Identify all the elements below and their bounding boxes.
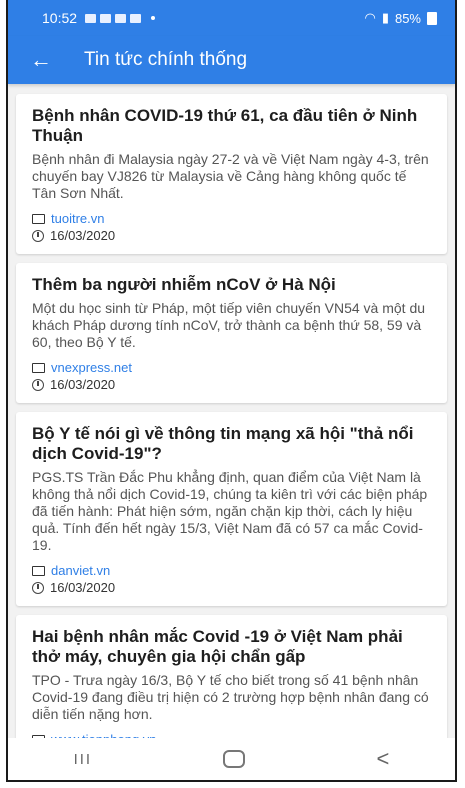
source-row: vnexpress.net	[32, 359, 431, 376]
battery-icon	[427, 11, 437, 25]
news-title: Bộ Y tế nói gì về thông tin mạng xã hội …	[32, 424, 414, 463]
page-title: Tin tức chính thống	[84, 49, 248, 70]
android-nav-bar: III <	[8, 738, 455, 780]
news-summary: TPO - Trưa ngày 16/3, Bộ Y tế cho biết t…	[32, 672, 429, 722]
source-link[interactable]: vnexpress.net	[51, 359, 132, 376]
message-icon	[85, 13, 97, 23]
status-time: 10:52	[42, 10, 78, 26]
phone-screen: 10:52 ◠ ▮ 85% ← Tin tức chính thống Bệnh…	[6, 0, 457, 782]
news-title: Bệnh nhân COVID-19 thứ 61, ca đầu tiên ở…	[32, 106, 418, 145]
mail-icon	[100, 13, 112, 23]
source-row: danviet.vn	[32, 562, 431, 579]
news-card[interactable]: Bệnh nhân COVID-19 thứ 61, ca đầu tiên ở…	[16, 94, 447, 254]
clock-icon	[32, 378, 44, 391]
status-bar: 10:52 ◠ ▮ 85%	[8, 0, 455, 36]
news-card[interactable]: Thêm ba người nhiễm nCoV ở Hà Nội Một du…	[16, 263, 447, 403]
publish-date: 16/03/2020	[50, 228, 116, 243]
news-card[interactable]: Hai bệnh nhân mắc Covid -19 ở Việt Nam p…	[16, 615, 447, 758]
more-dot-icon	[151, 16, 156, 20]
news-summary: PGS.TS Trần Đắc Phu khẳng định, quan điể…	[32, 469, 428, 553]
news-summary: Một du học sinh từ Pháp, một tiếp viên c…	[32, 300, 426, 350]
source-link[interactable]: danviet.vn	[51, 562, 110, 579]
app-bar: ← Tin tức chính thống	[8, 36, 455, 84]
news-summary: Bệnh nhân đi Malaysia ngày 27-2 và về Vi…	[32, 151, 429, 201]
news-card[interactable]: Bộ Y tế nói gì về thông tin mạng xã hội …	[16, 412, 447, 606]
publish-date: 16/03/2020	[50, 580, 116, 595]
publish-date: 16/03/2020	[50, 377, 116, 392]
home-button[interactable]	[223, 750, 246, 768]
date-row: 16/03/2020	[32, 376, 431, 393]
news-title: Hai bệnh nhân mắc Covid -19 ở Việt Nam p…	[32, 627, 403, 666]
source-link[interactable]: tuoitre.vn	[51, 210, 104, 227]
battery-level: 85%	[394, 10, 421, 26]
recent-apps-button[interactable]: III	[74, 751, 93, 768]
date-row: 16/03/2020	[32, 579, 431, 596]
notification-icons	[85, 13, 156, 23]
date-row: 16/03/2020	[32, 227, 431, 244]
clock-icon	[32, 581, 44, 594]
source-icon	[32, 213, 45, 224]
source-icon	[32, 362, 45, 373]
source-icon	[32, 565, 45, 576]
back-button[interactable]: <	[377, 746, 390, 772]
arrow-left-icon[interactable]: ←	[30, 47, 70, 73]
chat-icon	[115, 13, 127, 23]
news-title: Thêm ba người nhiễm nCoV ở Hà Nội	[32, 275, 336, 294]
gallery-icon	[130, 13, 142, 23]
wifi-icon: ◠	[364, 10, 376, 25]
news-list: Bệnh nhân COVID-19 thứ 61, ca đầu tiên ở…	[8, 94, 455, 758]
clock-icon	[32, 229, 44, 242]
signal-icon: ▮	[381, 10, 389, 25]
source-row: tuoitre.vn	[32, 210, 431, 227]
